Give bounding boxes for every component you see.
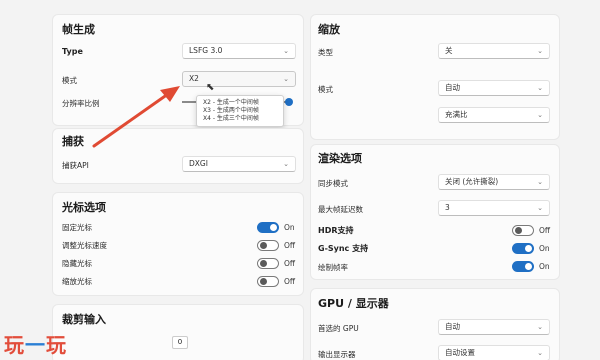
annotation-arrow	[92, 86, 180, 148]
watermark-logo: 玩一玩	[4, 333, 67, 357]
